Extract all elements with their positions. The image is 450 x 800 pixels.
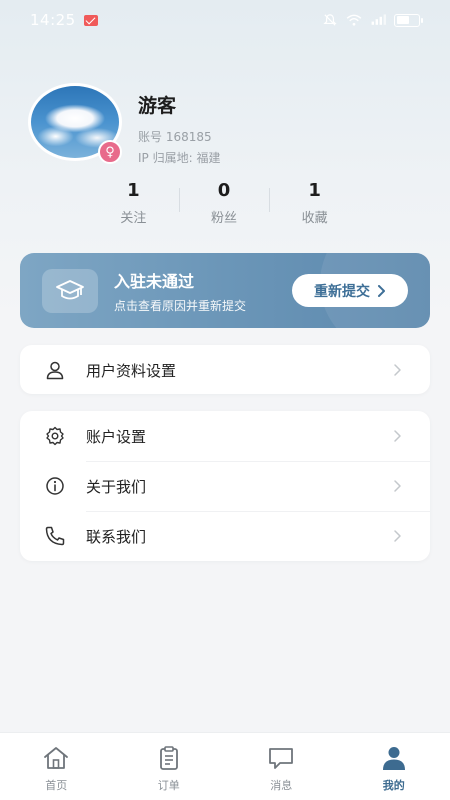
stat-favorites[interactable]: 1 收藏 bbox=[269, 180, 360, 226]
user-icon bbox=[44, 359, 66, 381]
ip-location: IP 归属地: 福建 bbox=[138, 151, 221, 165]
tab-label: 消息 bbox=[270, 779, 293, 792]
home-icon bbox=[44, 747, 69, 769]
chevron-right-icon bbox=[394, 364, 401, 376]
menu-label: 账户设置 bbox=[86, 427, 147, 446]
graduation-cap-icon bbox=[56, 279, 84, 299]
stat-label: 关注 bbox=[120, 211, 147, 226]
tab-label: 订单 bbox=[157, 779, 180, 792]
menu-item-account-settings[interactable]: 账户设置 bbox=[20, 411, 430, 461]
menu-item-profile-settings[interactable]: 用户资料设置 bbox=[20, 345, 430, 395]
signal-icon bbox=[371, 14, 386, 25]
menu-label: 联系我们 bbox=[86, 527, 147, 546]
menu-item-about-us[interactable]: 关于我们 bbox=[20, 461, 430, 511]
status-right bbox=[322, 13, 423, 27]
profile-settings-card: 用户资料设置 bbox=[20, 345, 430, 394]
settings-card: 账户设置 关于我们 联系我们 bbox=[20, 411, 430, 561]
chevron-right-icon bbox=[378, 284, 385, 297]
bottom-tab-bar: 首页 订单 消息 我的 bbox=[0, 732, 450, 800]
status-left: 14:25 bbox=[30, 11, 98, 29]
message-icon bbox=[269, 748, 294, 769]
profile-header: ♀ 游客 账号 168185 IP 归属地: 福建 bbox=[28, 83, 220, 166]
resubmit-label: 重新提交 bbox=[314, 283, 370, 300]
menu-label: 用户资料设置 bbox=[86, 361, 177, 380]
tab-label: 我的 bbox=[382, 779, 405, 792]
banner-subtitle: 点击查看原因并重新提交 bbox=[114, 298, 247, 313]
stats-row: 1 关注 0 粉丝 1 收藏 bbox=[88, 180, 360, 226]
battery-icon bbox=[394, 13, 423, 27]
mute-icon bbox=[323, 14, 337, 26]
stat-following[interactable]: 1 关注 bbox=[88, 180, 179, 226]
banner-text: 入驻未通过 点击查看原因并重新提交 bbox=[114, 268, 246, 314]
menu-item-contact-us[interactable]: 联系我们 bbox=[20, 511, 430, 561]
avatar[interactable]: ♀ bbox=[28, 83, 122, 164]
stat-fans[interactable]: 0 粉丝 bbox=[178, 180, 270, 226]
chevron-right-icon bbox=[394, 430, 401, 442]
stat-value: 0 bbox=[217, 180, 231, 201]
profile-icon bbox=[382, 747, 405, 770]
stat-label: 粉丝 bbox=[211, 211, 238, 226]
banner-icon-box bbox=[42, 268, 98, 313]
notification-icon bbox=[83, 14, 98, 26]
nickname: 游客 bbox=[138, 95, 177, 117]
tab-label: 首页 bbox=[45, 779, 68, 792]
status-time: 14:25 bbox=[30, 11, 76, 29]
resubmit-button[interactable]: 重新提交 bbox=[292, 274, 408, 307]
stat-label: 收藏 bbox=[301, 211, 328, 226]
tab-orders[interactable]: 订单 bbox=[113, 733, 226, 800]
tab-mine[interactable]: 我的 bbox=[338, 733, 450, 800]
phone-icon bbox=[44, 525, 66, 547]
stat-value: 1 bbox=[127, 180, 140, 201]
application-status-banner[interactable]: 入驻未通过 点击查看原因并重新提交 重新提交 bbox=[20, 253, 430, 328]
chevron-right-icon bbox=[394, 530, 401, 542]
banner-title: 入驻未通过 bbox=[114, 271, 195, 291]
account-id: 账号 168185 bbox=[138, 130, 212, 144]
wifi-icon bbox=[346, 14, 362, 26]
chevron-right-icon bbox=[394, 480, 401, 492]
info-icon bbox=[44, 475, 66, 497]
order-icon bbox=[159, 746, 178, 770]
tab-messages[interactable]: 消息 bbox=[225, 733, 338, 800]
status-bar: 14:25 bbox=[0, 0, 450, 40]
stat-value: 1 bbox=[308, 180, 321, 201]
profile-info: 游客 账号 168185 IP 归属地: 福建 bbox=[138, 91, 220, 166]
female-icon: ♀ bbox=[98, 140, 122, 164]
gear-icon bbox=[44, 425, 66, 447]
menu-label: 关于我们 bbox=[86, 477, 147, 496]
tab-home[interactable]: 首页 bbox=[0, 733, 113, 800]
